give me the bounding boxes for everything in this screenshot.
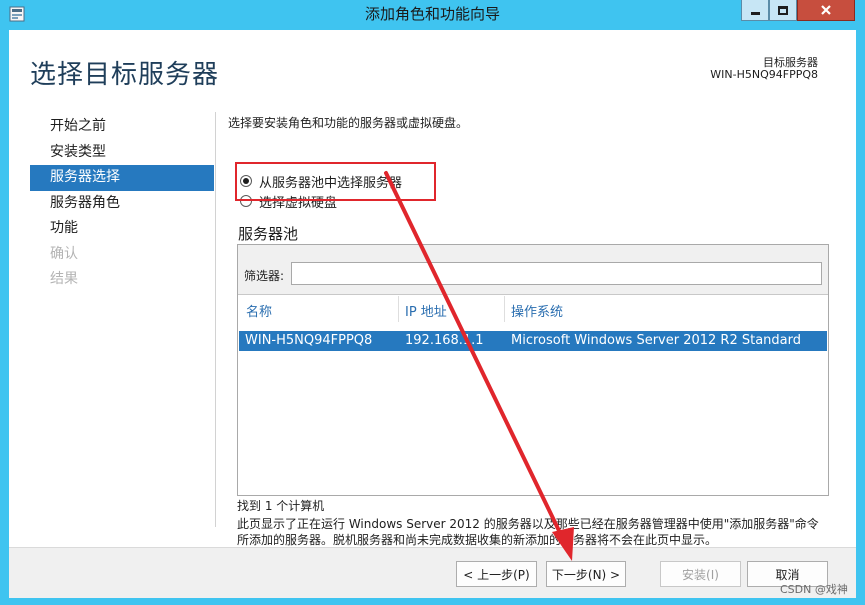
maximize-button[interactable] <box>769 0 797 21</box>
nav-item-installation-type[interactable]: 安装类型 <box>30 140 214 166</box>
filter-input[interactable] <box>291 262 822 285</box>
page-title: 选择目标服务器 <box>30 60 220 90</box>
annotation-highlight-box <box>235 162 436 201</box>
window-frame-bottom <box>0 598 865 605</box>
window-title: 添加角色和功能向导 <box>364 5 500 23</box>
description-text: 此页显示了正在运行 Windows Server 2012 的服务器以及那些已经… <box>237 517 819 547</box>
close-icon <box>821 5 831 15</box>
watermark: CSDN @戏神 <box>780 583 848 596</box>
column-divider[interactable] <box>504 296 505 322</box>
maximize-icon <box>778 5 788 15</box>
nav-item-server-roles[interactable]: 服务器角色 <box>30 191 214 217</box>
column-divider[interactable] <box>398 296 399 322</box>
row-server-os: Microsoft Windows Server 2012 R2 Standar… <box>511 333 802 348</box>
next-button[interactable]: 下一步(N) > <box>546 561 626 587</box>
filter-bar: 筛选器: <box>238 245 828 295</box>
title-bar: 添加角色和功能向导 <box>0 0 865 30</box>
row-server-ip: 192.168.1.1 <box>405 333 484 348</box>
intro-text: 选择要安装角色和功能的服务器或虚拟硬盘。 <box>228 116 469 130</box>
close-button[interactable] <box>797 0 855 21</box>
destination-server-value: WIN-H5NQ94FPPQ8 <box>710 68 818 81</box>
wizard-footer: < 上一步(P) 下一步(N) > 安装(I) 取消 <box>9 547 856 598</box>
nav-item-results: 结果 <box>50 271 78 287</box>
nav-item-server-selection[interactable]: 服务器选择 <box>30 165 214 191</box>
table-row[interactable]: WIN-H5NQ94FPPQ8 192.168.1.1 Microsoft Wi… <box>239 331 827 351</box>
window-frame-left <box>0 30 9 605</box>
row-server-name: WIN-H5NQ94FPPQ8 <box>245 333 373 348</box>
nav-item-confirmation: 确认 <box>50 245 78 262</box>
column-header-os[interactable]: 操作系统 <box>511 301 563 320</box>
minimize-button[interactable] <box>741 0 769 21</box>
minimize-icon <box>750 11 760 15</box>
nav-item-before-you-begin[interactable]: 开始之前 <box>30 114 214 140</box>
column-header-ip[interactable]: IP 地址 <box>405 301 447 320</box>
wizard-nav: 开始之前 安装类型 服务器选择 服务器角色 功能 确认 结果 <box>30 114 214 293</box>
window-frame-right <box>856 30 865 605</box>
nav-divider <box>215 112 216 527</box>
wizard-client: 选择目标服务器 目标服务器 WIN-H5NQ94FPPQ8 开始之前 安装类型 … <box>9 30 856 598</box>
filter-label: 筛选器: <box>244 269 285 283</box>
nav-item-features[interactable]: 功能 <box>30 216 214 242</box>
server-pool-title: 服务器池 <box>238 225 299 243</box>
column-header-name[interactable]: 名称 <box>246 301 272 320</box>
server-pool-panel: 筛选器: 名称 IP 地址 操作系统 WIN-H5NQ94FPPQ8 192.1… <box>237 244 829 496</box>
install-button: 安装(I) <box>660 561 741 587</box>
previous-button[interactable]: < 上一步(P) <box>456 561 537 587</box>
server-table-header: 名称 IP 地址 操作系统 <box>238 296 828 322</box>
found-count-text: 找到 1 个计算机 <box>237 499 325 513</box>
